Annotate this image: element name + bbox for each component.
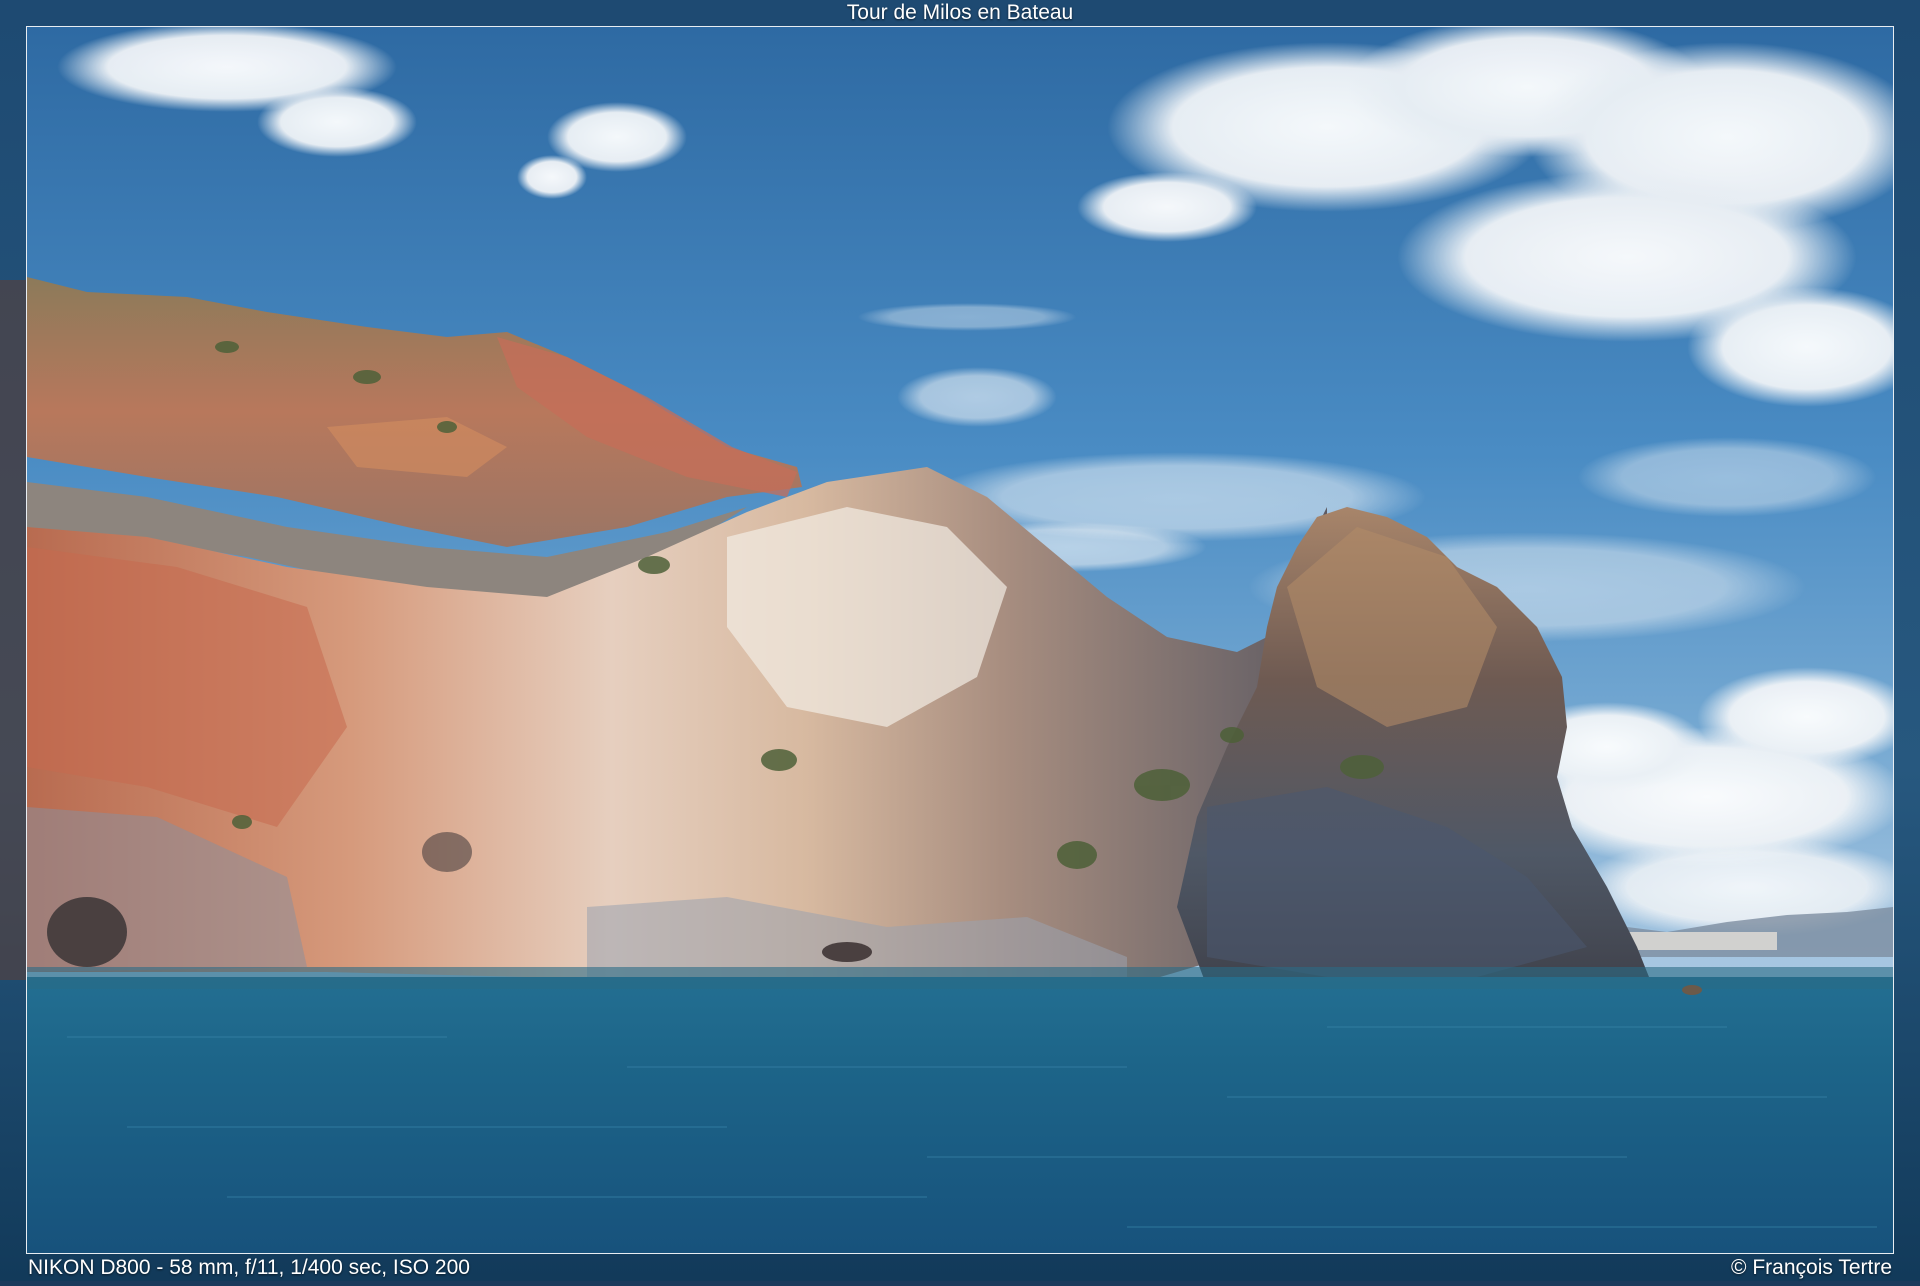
- camera-exif-info: NIKON D800 - 58 mm, f/11, 1/400 sec, ISO…: [28, 1256, 470, 1279]
- photo-title: Tour de Milos en Bateau: [846, 1, 1074, 24]
- copyright-notice: © François Tertre: [1731, 1256, 1892, 1279]
- landscape-photo: [27, 27, 1893, 1253]
- sea: [27, 977, 1893, 1253]
